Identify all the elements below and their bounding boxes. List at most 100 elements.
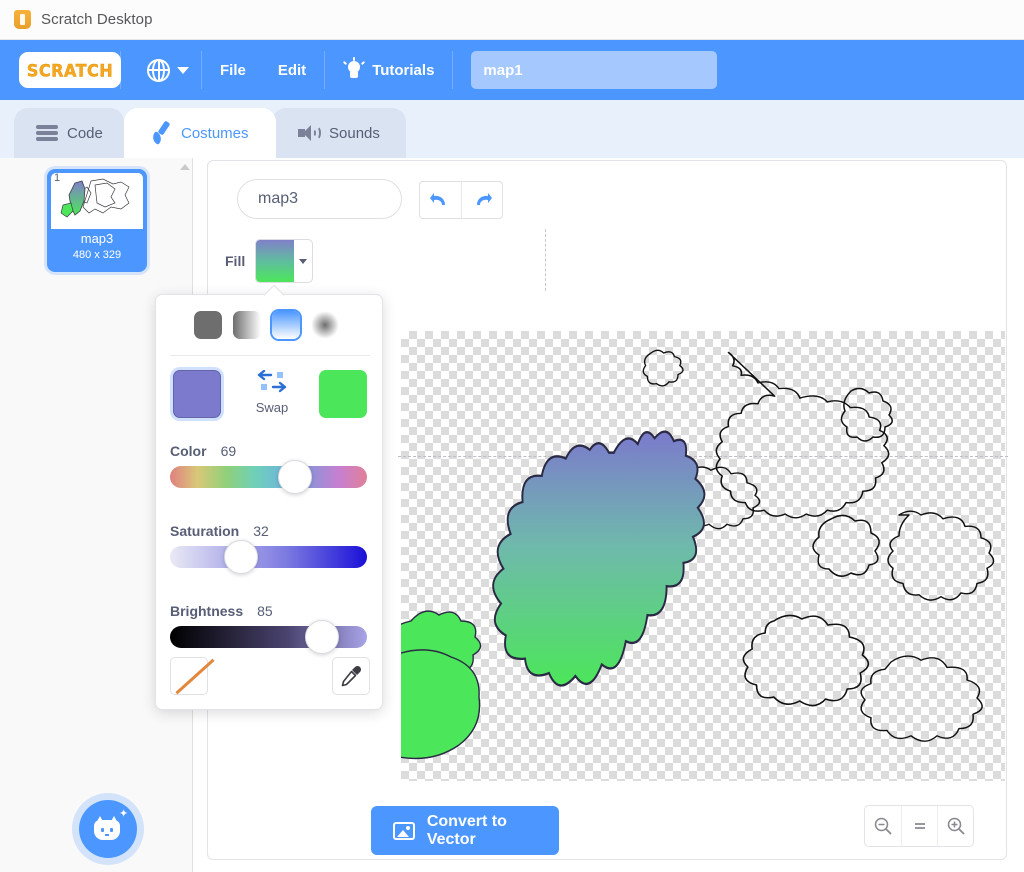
no-color-icon — [175, 658, 215, 695]
add-costume-button[interactable]: ✦ — [79, 800, 137, 858]
primary-color-swatch[interactable] — [173, 370, 221, 418]
globe-icon — [147, 58, 170, 82]
project-name-input[interactable]: map1 — [471, 51, 718, 89]
color-slider-label-row: Color 69 — [170, 443, 370, 459]
saturation-slider-block: Saturation 32 — [170, 523, 370, 574]
list-item[interactable]: 1 map3 480 x 329 — [47, 169, 147, 272]
no-color-button[interactable] — [170, 657, 215, 695]
brightness-slider-label-row: Brightness 85 — [170, 603, 370, 619]
toolbar-divider — [545, 229, 546, 291]
zoom-in-button[interactable] — [937, 806, 973, 846]
costume-thumbnail — [51, 173, 143, 229]
saturation-slider-value: 32 — [253, 523, 269, 539]
map-artwork[interactable] — [401, 331, 1005, 781]
redo-arrow-icon — [476, 193, 492, 205]
gradient-swatch-row: Swap — [170, 369, 370, 430]
gradient-type-radial[interactable] — [311, 311, 339, 339]
color-slider-track[interactable] — [170, 460, 367, 494]
brightness-slider-track[interactable] — [170, 620, 367, 654]
undo-redo-group — [419, 181, 503, 219]
speaker-icon — [298, 124, 321, 142]
fill-label: Fill — [225, 253, 246, 269]
undo-arrow-icon — [430, 193, 446, 205]
menu-edit-label: Edit — [277, 61, 307, 79]
picker-bottom-row — [170, 657, 370, 699]
saturation-slider-label-row: Saturation 32 — [170, 523, 370, 539]
saturation-slider-knob[interactable] — [223, 540, 258, 574]
eyedropper-button[interactable] — [332, 657, 370, 695]
swap-label: Swap — [255, 400, 289, 415]
menu-tutorials[interactable]: Tutorials — [327, 40, 450, 100]
menu-divider — [120, 51, 121, 89]
scratch-shield-icon — [14, 10, 31, 29]
color-slider-value: 69 — [220, 443, 237, 459]
menu-edit[interactable]: Edit — [262, 40, 322, 100]
popup-arrow — [264, 285, 284, 296]
undo-button[interactable] — [420, 182, 461, 218]
secondary-color-swatch[interactable] — [319, 370, 367, 418]
brightness-slider-value: 85 — [257, 603, 273, 619]
zoom-out-button[interactable] — [865, 806, 901, 846]
costume-name-value: map3 — [258, 190, 299, 207]
gradient-type-vertical[interactable] — [272, 311, 300, 339]
brightness-slider-block: Brightness 85 — [170, 603, 370, 654]
tab-code[interactable]: Code — [14, 108, 124, 158]
costume-index: 1 — [54, 172, 61, 184]
fill-swatch-button[interactable] — [255, 239, 314, 283]
fill-control: Fill — [225, 233, 545, 289]
window-title: Scratch Desktop — [41, 11, 153, 28]
costume-item-name: map3 — [80, 231, 114, 246]
zoom-reset-button[interactable] — [901, 806, 937, 846]
popup-divider — [170, 355, 370, 356]
redo-button[interactable] — [460, 182, 502, 218]
menu-divider — [201, 51, 202, 89]
eyedropper-icon — [341, 665, 362, 687]
fill-color-preview — [256, 240, 295, 282]
scratch-logo[interactable]: SCRATCH — [22, 55, 118, 85]
gradient-type-group — [194, 311, 354, 343]
zoom-in-icon — [947, 817, 965, 835]
color-slider-label: Color — [170, 443, 207, 459]
blocks-icon — [36, 124, 58, 142]
swap-colors-button[interactable]: Swap — [244, 369, 300, 426]
language-menu[interactable] — [123, 40, 199, 100]
gradient-type-solid[interactable] — [194, 311, 222, 339]
color-slider-knob[interactable] — [277, 460, 312, 494]
tab-costumes[interactable]: Costumes — [124, 108, 276, 158]
brightness-slider-knob[interactable] — [305, 620, 340, 654]
lightbulb-icon — [343, 57, 366, 81]
paintbrush-icon — [150, 120, 172, 145]
saturation-slider-label: Saturation — [170, 523, 240, 539]
color-slider-block: Color 69 — [170, 443, 370, 494]
tab-sounds-label: Sounds — [329, 124, 380, 142]
brightness-slider-label: Brightness — [170, 603, 244, 619]
scroll-up-arrow-icon[interactable] — [180, 164, 190, 170]
costume-item-size: 480 x 329 — [72, 249, 122, 261]
zoom-controls — [864, 805, 974, 847]
tertiary-region-shape — [401, 649, 481, 760]
menu-divider — [324, 51, 326, 89]
tab-sounds[interactable]: Sounds — [272, 108, 406, 158]
selected-region-shape — [492, 430, 706, 687]
cat-face-icon — [94, 816, 120, 840]
zoom-out-icon — [874, 817, 892, 835]
convert-button-label: Convert to Vector — [426, 812, 507, 848]
editor-body: 1 map3 480 x 329 ✦ map3 Fill Convert to … — [0, 158, 1024, 872]
saturation-slider-track[interactable] — [170, 540, 367, 574]
window-titlebar: Scratch Desktop — [0, 0, 1024, 40]
menu-file[interactable]: File — [204, 40, 262, 100]
chevron-down-icon — [299, 258, 308, 264]
image-icon — [393, 821, 415, 840]
gradient-type-horizontal[interactable] — [233, 311, 261, 339]
menu-divider — [452, 51, 454, 89]
scratch-logo-text: SCRATCH — [26, 60, 114, 80]
chevron-down-icon — [177, 66, 189, 74]
fill-color-picker-popup: Swap Color 69 Saturation 32 Brightness 8… — [155, 294, 383, 710]
tab-costumes-label: Costumes — [181, 124, 249, 142]
zoom-reset-icon — [914, 823, 925, 829]
costume-name-input[interactable]: map3 — [237, 179, 402, 219]
convert-to-vector-button[interactable]: Convert to Vector — [371, 806, 559, 855]
project-name-value: map1 — [483, 61, 523, 79]
swap-arrows-icon — [255, 369, 289, 400]
menu-file-label: File — [220, 61, 246, 79]
